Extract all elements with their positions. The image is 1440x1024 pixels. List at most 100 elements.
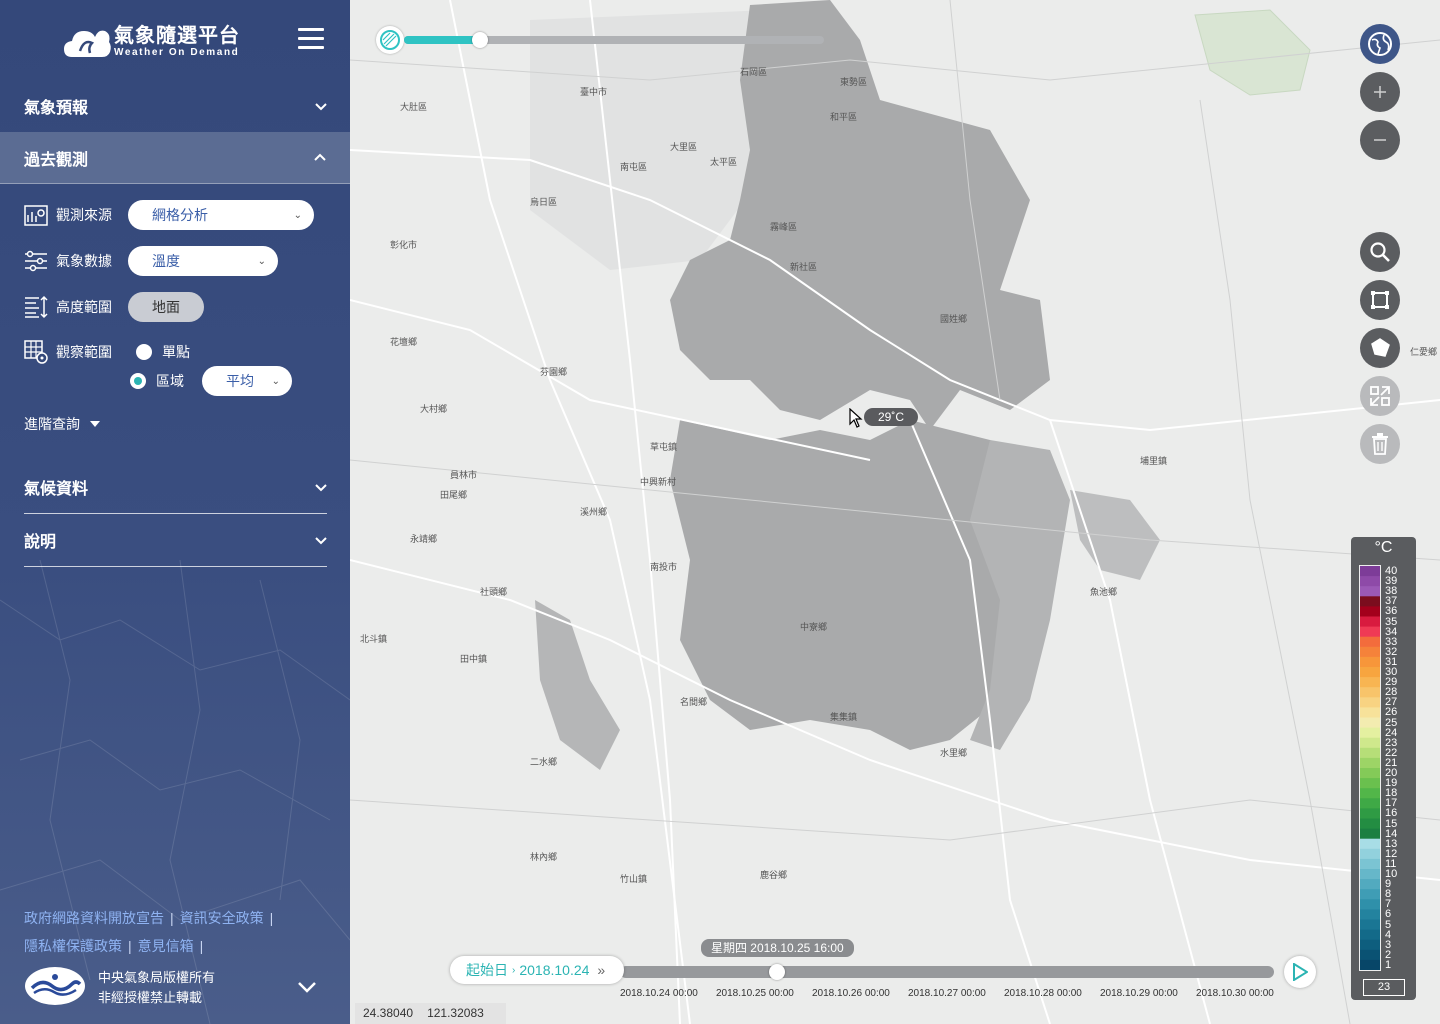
chevron-down-icon: ⌄	[293, 209, 302, 221]
observation-source-icon	[24, 205, 48, 226]
map-place-label: 竹山鎮	[620, 873, 647, 884]
legend-unit: °C	[1374, 539, 1393, 556]
map-place-label: 田尾鄉	[440, 489, 467, 500]
legend-color-step	[1360, 566, 1380, 577]
zoom-in-icon[interactable]	[1360, 72, 1400, 112]
chevron-down-icon	[315, 537, 327, 545]
legend-values: 40 39 38 37 36 35 34 33 32 31 30 29 28 27 26 25 24 23 22 21…	[1385, 566, 1409, 971]
link-security-policy[interactable]: 資訊安全政策	[180, 910, 264, 926]
brand-title: 氣象隨選平台	[114, 25, 240, 47]
section-past-observation[interactable]: 過去觀測	[0, 132, 350, 184]
map-place-label: 草屯鎮	[650, 441, 677, 452]
timeline-tick-label: 2018.10.28 00:00	[1004, 988, 1082, 999]
timeline-tick-label: 2018.10.26 00:00	[812, 988, 890, 999]
legend-color-step	[1360, 687, 1380, 698]
legend-color-step	[1360, 757, 1380, 769]
legend-color-step	[1360, 606, 1380, 617]
legend-color-step	[1360, 737, 1380, 749]
map-place-label: 集集鎮	[830, 711, 857, 722]
timeline-thumb[interactable]	[768, 964, 785, 980]
sliders-icon	[25, 250, 47, 272]
area-stat-value: 平均	[226, 373, 254, 389]
start-date-value: 2018.10.24	[519, 962, 590, 978]
trash-icon[interactable]	[1360, 424, 1400, 464]
map-place-label: 霧峰區	[770, 222, 797, 232]
legend-color-step	[1360, 576, 1380, 587]
map-canvas[interactable]: 臺中市南屯區 大里區太平區霧峰區草屯鎮南投市名間鄉集集鎮 中寮鄉 國姓鄉埔里鎮魚池鄉水…	[350, 0, 1440, 1024]
legend-color-step	[1360, 838, 1380, 850]
zoom-out-icon[interactable]	[1360, 120, 1400, 160]
data-select[interactable]: 溫度 ⌄	[128, 246, 278, 276]
map-place-label: 和平區	[830, 112, 857, 122]
legend-color-step	[1360, 889, 1380, 900]
section-help-label: 說明	[24, 534, 57, 551]
legend-color-step	[1360, 667, 1380, 678]
map-place-label: 彰化市	[390, 239, 417, 250]
height-select[interactable]: 地面	[128, 292, 204, 322]
legend-color-step	[1360, 626, 1380, 638]
section-forecast[interactable]: 氣象預報	[24, 80, 327, 133]
link-open-data[interactable]: 政府網路資料開放宣告	[24, 910, 164, 926]
cloud-logo-icon	[64, 30, 111, 57]
chevron-up-icon	[314, 153, 326, 161]
copyright-line2: 非經授權禁止轉載	[98, 990, 203, 1005]
map-place-label: 溪州鄉	[580, 506, 607, 517]
legend-color-step	[1360, 788, 1380, 799]
radio-unchecked[interactable]	[136, 344, 152, 360]
globe-icon[interactable]	[1360, 24, 1400, 64]
map-place-label: 中寮鄉	[800, 621, 827, 632]
value-tooltip: 29˚C	[864, 408, 919, 426]
chevron-down-icon: ⌄	[257, 255, 266, 267]
fit-extent-icon[interactable]	[1360, 376, 1400, 416]
legend-color-step	[1360, 828, 1380, 840]
search-icon[interactable]	[1360, 232, 1400, 272]
chevron-down-icon	[315, 103, 327, 111]
start-date-button[interactable]: 起始日 › 2018.10.24 »	[450, 956, 624, 984]
advanced-query-toggle[interactable]: 進階查詢	[24, 414, 100, 434]
legend-color-step	[1360, 858, 1380, 870]
section-climate[interactable]: 氣候資料	[24, 461, 327, 514]
link-privacy-policy[interactable]: 隱私權保護政策	[24, 938, 122, 954]
source-value: 網格分析	[152, 207, 208, 223]
area-stat-select[interactable]: 平均 ⌄	[202, 366, 292, 396]
map-place-label: 臺中市	[580, 86, 607, 97]
opacity-thumb[interactable]	[471, 32, 488, 48]
map-place-label: 南屯區	[620, 161, 647, 172]
source-label: 觀測來源	[56, 207, 112, 223]
legend-color-step	[1360, 869, 1380, 880]
legend-color-step	[1360, 848, 1380, 860]
source-select[interactable]: 網格分析 ⌄	[128, 200, 314, 230]
legend-current-value: 23	[1363, 979, 1405, 996]
legend-color-step	[1360, 747, 1380, 759]
legend-color-step	[1360, 899, 1380, 910]
play-button[interactable]	[1284, 956, 1316, 988]
hamburger-menu-icon[interactable]	[298, 28, 324, 50]
timeline-track[interactable]	[620, 966, 1274, 978]
rectangle-select-icon[interactable]	[1360, 280, 1400, 320]
brand-logo[interactable]: 氣象隨選平台 Weather On Demand	[62, 22, 240, 62]
current-time-label: 星期四 2018.10.25 16:00	[700, 939, 854, 957]
map-place-label: 石岡區	[740, 67, 767, 77]
map-place-label: 鹿谷鄉	[760, 869, 787, 880]
link-feedback[interactable]: 意見信箱	[138, 938, 194, 954]
opacity-track[interactable]	[404, 32, 824, 48]
area-radio[interactable]: 區域	[130, 371, 184, 391]
caret-down-icon	[90, 421, 100, 427]
layer-opacity-icon[interactable]	[376, 26, 404, 54]
map-place-label: 員林市	[450, 469, 477, 480]
map-place-label: 大里區	[670, 141, 697, 152]
point-radio[interactable]: 單點	[136, 342, 190, 362]
polygon-select-icon[interactable]	[1360, 328, 1400, 368]
start-date-label: 起始日	[466, 962, 508, 978]
chevron-down-icon[interactable]	[298, 980, 316, 994]
map-place-label: 水里鄉	[940, 747, 967, 758]
legend-color-step	[1360, 959, 1380, 970]
area-radio-row: 區域 平均 ⌄	[130, 366, 292, 396]
layer-opacity-slider[interactable]	[376, 26, 826, 54]
section-past-observation-label: 過去觀測	[24, 151, 89, 169]
timeline-tick-label: 2018.10.24 00:00	[620, 988, 698, 999]
data-row: 氣象數據 溫度 ⌄	[24, 246, 278, 276]
radio-checked[interactable]	[130, 373, 146, 389]
section-help[interactable]: 說明	[24, 514, 327, 567]
play-icon	[1293, 963, 1308, 981]
